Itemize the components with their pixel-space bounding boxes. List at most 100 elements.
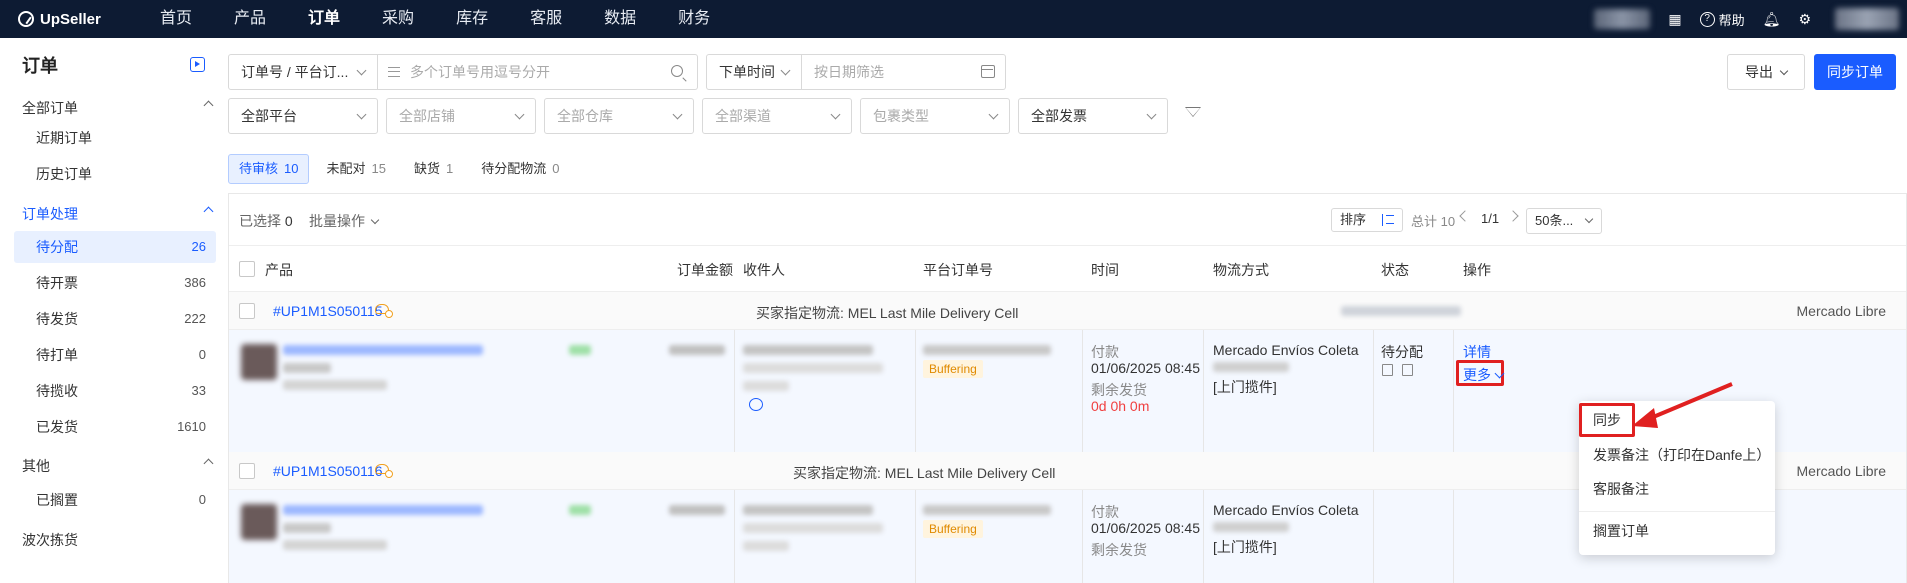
- tab-pending-logistics[interactable]: 待分配物流 0: [470, 154, 570, 184]
- sync-orders-label: 同步订单: [1827, 64, 1883, 80]
- order-id-link[interactable]: #UP1M1S050116: [273, 463, 382, 479]
- blurred-product-title[interactable]: [283, 505, 483, 515]
- chevron-down-icon: [1494, 368, 1505, 379]
- tab-pending-review[interactable]: 待审核 10: [228, 154, 310, 184]
- buffering-badge: Buffering: [923, 520, 983, 538]
- nav-finance[interactable]: 财务: [678, 0, 710, 38]
- product-thumbnail[interactable]: [241, 504, 277, 540]
- nav-products[interactable]: 产品: [234, 0, 266, 38]
- sidebar-group-all-orders[interactable]: 全部订单: [22, 98, 214, 118]
- sidebar-group-order-processing[interactable]: 订单处理: [22, 204, 214, 224]
- package-type-select[interactable]: 包裹类型: [860, 98, 1010, 134]
- select-value: 全部发票: [1031, 108, 1087, 124]
- sidebar-item-to-ship[interactable]: 待发货 222: [14, 303, 216, 335]
- blurred-variant: [283, 540, 387, 550]
- select-all-checkbox[interactable]: [239, 261, 255, 277]
- bell-icon[interactable]: 🔔︎: [1763, 11, 1781, 28]
- sidebar-item-shipped[interactable]: 已发货 1610: [14, 411, 216, 443]
- per-page-value: 50条...: [1535, 213, 1574, 228]
- order-id-link[interactable]: #UP1M1S050115: [273, 303, 382, 319]
- column-divider: [1453, 490, 1454, 583]
- sidebar-item-history-orders[interactable]: 历史订单: [14, 158, 216, 190]
- order-number-type-select[interactable]: 订单号 / 平台订...: [228, 54, 378, 90]
- question-icon: ?: [1699, 11, 1715, 27]
- pickup-type: [上门揽件]: [1213, 379, 1277, 395]
- chevron-up-icon: [203, 100, 214, 111]
- collapse-sidebar-icon[interactable]: [190, 57, 205, 72]
- column-divider: [734, 490, 735, 583]
- time-type-select[interactable]: 下单时间: [706, 54, 802, 90]
- sidebar-item-to-invoice[interactable]: 待开票 386: [14, 267, 216, 299]
- chat-icon[interactable]: [749, 398, 763, 411]
- channel-select[interactable]: 全部渠道: [702, 98, 852, 134]
- sidebar-item-count: 0: [198, 492, 206, 507]
- help-button[interactable]: ? 帮助: [1699, 10, 1745, 29]
- logistics-method: Mercado Envíos Coleta: [1213, 342, 1359, 358]
- chevron-down-icon: [1584, 214, 1594, 224]
- menu-item-service-note[interactable]: 客服备注: [1579, 473, 1775, 505]
- batch-actions-dropdown[interactable]: 批量操作: [309, 211, 380, 231]
- blurred-amount: [669, 345, 725, 355]
- account-blurred-chip[interactable]: [1594, 9, 1651, 29]
- per-page-select[interactable]: 50条...: [1526, 208, 1602, 234]
- sidebar-item-shelved[interactable]: 已搁置 0: [14, 484, 216, 516]
- sidebar-item-wave-picking[interactable]: 波次拣货: [22, 530, 212, 550]
- select-value: 全部平台: [241, 108, 297, 124]
- list-icon: [388, 67, 400, 77]
- filter-icon[interactable]: [1185, 107, 1201, 117]
- nav-orders[interactable]: 订单: [308, 0, 340, 38]
- nav-customer-service[interactable]: 客服: [530, 0, 562, 38]
- blurred-recipient-address: [743, 523, 883, 533]
- tab-label: 未配对: [326, 161, 366, 176]
- nav-home[interactable]: 首页: [160, 0, 192, 38]
- sidebar-group-other[interactable]: 其他: [22, 456, 214, 476]
- gear-icon[interactable]: ⚙: [1798, 11, 1811, 28]
- product-thumbnail[interactable]: [241, 344, 277, 380]
- buyer-logistics-text: 买家指定物流: MEL Last Mile Delivery Cell: [793, 465, 1056, 481]
- top-nav-bar: UpSeller 首页 产品 订单 采购 库存 客服 数据 财务 ▦ ? 帮助 …: [0, 0, 1907, 38]
- order-checkbox[interactable]: [239, 463, 255, 479]
- barcode-icon[interactable]: [1382, 364, 1393, 376]
- chevron-down-icon: [514, 109, 525, 120]
- page-indicator: 1/1: [1481, 211, 1500, 226]
- selected-count: 已选择 0: [239, 211, 293, 231]
- blurred-amount: [669, 505, 725, 515]
- upseller-logo[interactable]: UpSeller: [18, 11, 138, 28]
- help-label: 帮助: [1718, 12, 1745, 28]
- order-search-input[interactable]: 多个订单号用逗号分开: [378, 54, 698, 90]
- sidebar-item-to-assign[interactable]: 待分配 26: [14, 231, 216, 263]
- search-placeholder: 多个订单号用逗号分开: [410, 64, 550, 80]
- apps-grid-icon[interactable]: ▦: [1668, 11, 1681, 28]
- user-avatar-blurred[interactable]: [1835, 8, 1899, 30]
- column-divider: [915, 330, 916, 452]
- sync-orders-button[interactable]: 同步订单: [1814, 54, 1896, 90]
- tab-out-of-stock[interactable]: 缺货 1: [403, 154, 464, 184]
- blurred-product-title[interactable]: [283, 345, 483, 355]
- date-filter-input[interactable]: 按日期筛选: [802, 54, 1006, 90]
- menu-item-invoice-note[interactable]: 发票备注（打印在Danfe上）: [1579, 439, 1775, 471]
- sidebar-item-to-pickup[interactable]: 待揽收 33: [14, 375, 216, 407]
- store-select[interactable]: 全部店铺: [386, 98, 536, 134]
- tab-unmatched[interactable]: 未配对 15: [315, 154, 396, 184]
- invoice-select[interactable]: 全部发票: [1018, 98, 1168, 134]
- note-icon[interactable]: [1402, 364, 1413, 376]
- next-page-icon[interactable]: [1507, 210, 1519, 222]
- nav-inventory[interactable]: 库存: [456, 0, 488, 38]
- order-checkbox[interactable]: [239, 303, 255, 319]
- export-button[interactable]: 导出: [1727, 54, 1805, 90]
- sidebar-item-to-print[interactable]: 待打单 0: [14, 339, 216, 371]
- sort-button[interactable]: 排序: [1331, 208, 1403, 232]
- menu-item-shelve-order[interactable]: 搁置订单: [1579, 515, 1775, 547]
- nav-data[interactable]: 数据: [604, 0, 636, 38]
- warehouse-select[interactable]: 全部仓库: [544, 98, 694, 134]
- sidebar-item-recent-orders[interactable]: 近期订单: [14, 122, 216, 154]
- more-actions-button[interactable]: 更多: [1463, 365, 1505, 385]
- menu-item-label: 发票备注（打印在Danfe上）: [1593, 447, 1771, 463]
- chevron-down-icon: [830, 109, 841, 120]
- search-icon[interactable]: [671, 65, 683, 77]
- column-divider: [1203, 490, 1204, 583]
- nav-purchase[interactable]: 采购: [382, 0, 414, 38]
- detail-link[interactable]: 详情: [1463, 342, 1491, 362]
- platform-select[interactable]: 全部平台: [228, 98, 378, 134]
- prev-page-icon[interactable]: [1459, 210, 1471, 222]
